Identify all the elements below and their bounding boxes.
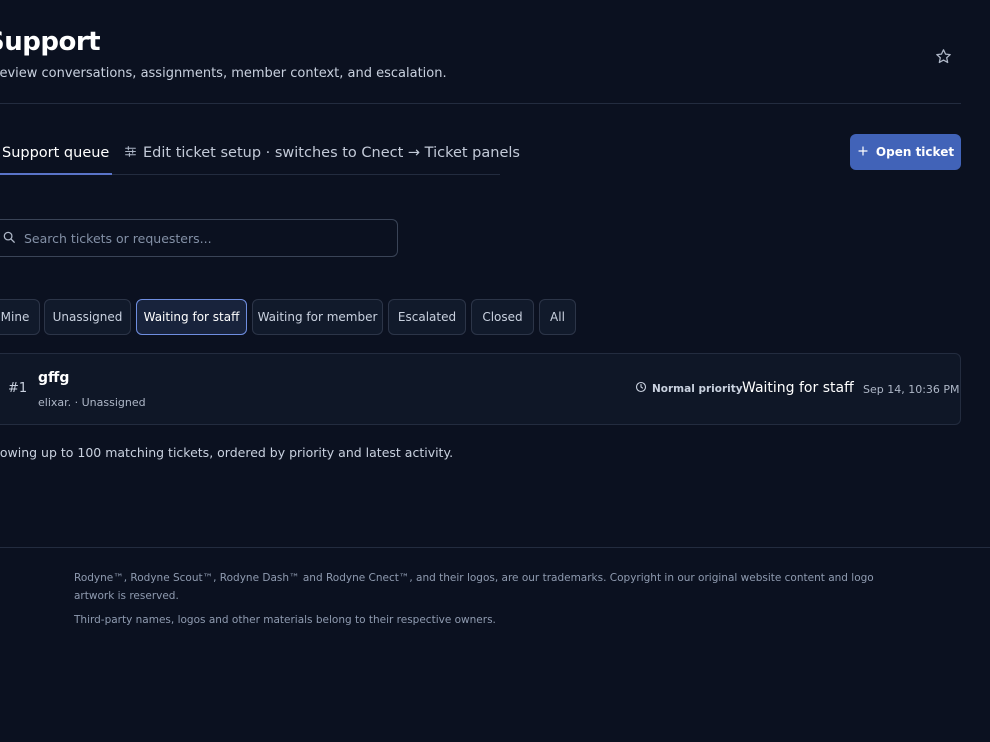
priority-label: Normal priority: [652, 382, 743, 395]
filter-waiting-for-staff[interactable]: Waiting for staff: [136, 299, 247, 335]
search-icon: [2, 229, 16, 248]
tab-support-queue[interactable]: Support queue: [0, 132, 112, 175]
ticket-date: Sep 14, 10:36 PM: [863, 383, 960, 396]
filter-waiting-for-member[interactable]: Waiting for member: [252, 299, 383, 335]
filter-label: Escalated: [397, 310, 457, 324]
star-icon[interactable]: [935, 48, 952, 65]
footer-third-party: Third-party names, logos and other mater…: [74, 614, 496, 626]
filter-closed[interactable]: Closed: [471, 299, 534, 335]
filter-label: Waiting for staff: [143, 310, 240, 324]
footer-trademark: Rodyne™, Rodyne Scout™, Rodyne Dash™ and…: [74, 572, 874, 602]
support-page: Support Review conversations, assignment…: [0, 0, 990, 742]
filter-unassigned[interactable]: Unassigned: [44, 299, 131, 335]
filter-label: All: [550, 310, 565, 324]
ticket-meta: elixar. · Unassigned: [38, 396, 146, 409]
ticket-priority: Normal priority: [635, 381, 743, 396]
tab-label: Edit ticket setup · switches to Cnect → …: [143, 145, 520, 161]
ticket-title: gffg: [38, 370, 70, 386]
filter-label: Unassigned: [52, 310, 123, 324]
footer-divider: [0, 547, 990, 548]
ticket-number: #1: [8, 381, 28, 396]
open-ticket-label: Open ticket: [875, 145, 955, 159]
filter-all[interactable]: All: [539, 299, 576, 335]
filter-label: Closed: [482, 310, 523, 324]
open-ticket-button[interactable]: Open ticket: [850, 134, 961, 170]
page-title: Support: [0, 27, 101, 57]
filter-mine[interactable]: Mine: [0, 299, 40, 335]
clock-icon: [635, 381, 647, 396]
sliders-icon: [124, 145, 143, 162]
ticket-row[interactable]: #1 gffg elixar. · Unassigned Normal prio…: [0, 353, 961, 425]
search-box: [0, 219, 398, 257]
filter-label: Waiting for member: [257, 310, 378, 324]
tab-label: Support queue: [2, 145, 110, 161]
results-note: Showing up to 100 matching tickets, orde…: [0, 445, 454, 460]
ticket-status: Waiting for staff: [742, 380, 854, 396]
filter-label: Mine: [0, 310, 30, 324]
page-subtitle: Review conversations, assignments, membe…: [0, 66, 447, 81]
header-divider: [0, 103, 961, 104]
tab-edit-ticket-setup[interactable]: Edit ticket setup · switches to Cnect → …: [124, 132, 520, 174]
footer: Rodyne™, Rodyne Scout™, Rodyne Dash™ and…: [74, 569, 874, 629]
plus-icon: [857, 145, 869, 160]
search-input[interactable]: [24, 230, 384, 246]
tab-bar: Support queue Edit ticket setup · switch…: [0, 132, 520, 175]
filter-escalated[interactable]: Escalated: [388, 299, 466, 335]
